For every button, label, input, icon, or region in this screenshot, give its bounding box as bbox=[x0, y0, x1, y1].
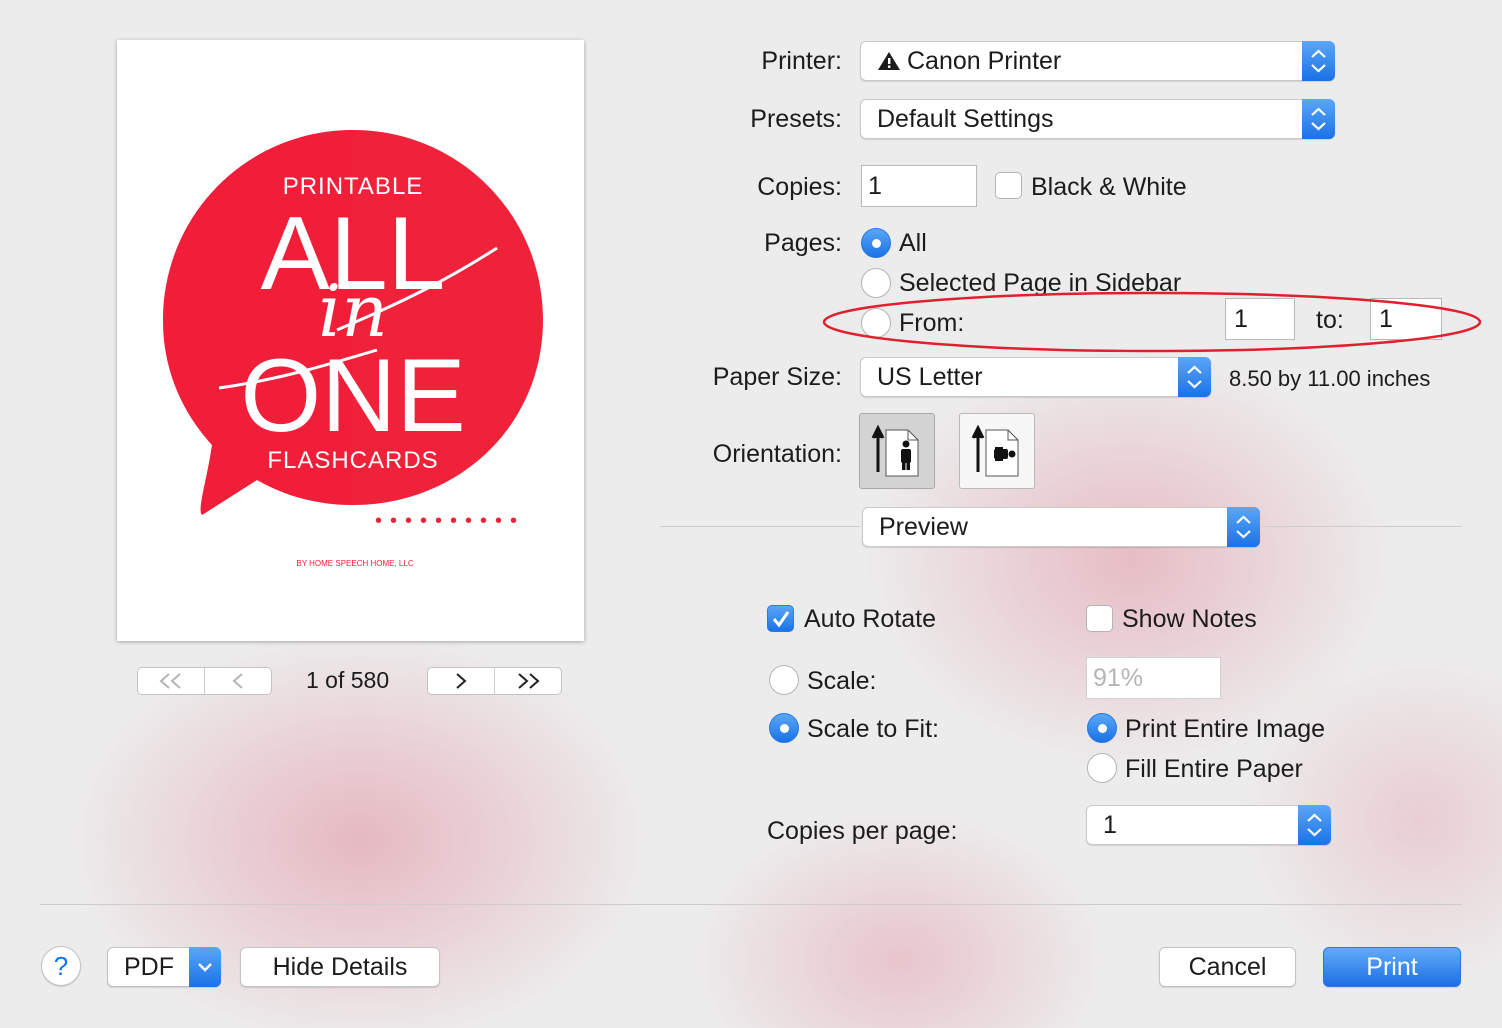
pages-all-radio[interactable] bbox=[861, 228, 891, 258]
page-counter: 1 of 580 bbox=[306, 667, 390, 693]
section-separator-left bbox=[660, 526, 860, 527]
scale-to-fit-radio[interactable] bbox=[769, 713, 799, 743]
paper-size-stepper bbox=[1178, 357, 1211, 397]
paper-size-popup[interactable]: US Letter bbox=[860, 357, 1211, 397]
last-page-button[interactable] bbox=[494, 668, 561, 694]
printer-label: Printer: bbox=[761, 47, 842, 75]
up-down-chevron-icon bbox=[1311, 107, 1326, 131]
up-down-chevron-icon bbox=[1187, 365, 1202, 389]
paper-size-value: US Letter bbox=[877, 363, 983, 391]
pdf-dropdown-arrow bbox=[189, 947, 221, 987]
presets-label: Presets: bbox=[750, 105, 842, 133]
next-page-button[interactable] bbox=[428, 668, 494, 694]
copies-per-page-stepper bbox=[1298, 805, 1331, 845]
copies-field[interactable]: 1 bbox=[861, 165, 977, 207]
presets-stepper bbox=[1302, 99, 1335, 139]
paper-dimensions: 8.50 by 11.00 inches bbox=[1229, 366, 1431, 391]
double-chevron-right-icon bbox=[518, 673, 540, 689]
help-button[interactable]: ? bbox=[41, 946, 81, 986]
up-down-chevron-icon bbox=[1307, 813, 1322, 837]
footer-separator bbox=[40, 904, 1462, 905]
preview-nav-forward bbox=[427, 667, 562, 695]
help-icon: ? bbox=[53, 951, 69, 981]
page-preview: PRINTABLE ALL in ONE FLASHCARDS ••••••••… bbox=[117, 40, 584, 641]
scale-field[interactable]: 91% bbox=[1086, 657, 1221, 699]
preview-nav-back bbox=[137, 667, 272, 695]
printer-stepper bbox=[1302, 41, 1335, 81]
copies-per-page-popup[interactable]: 1 bbox=[1086, 805, 1331, 845]
warning-icon bbox=[878, 52, 900, 70]
portrait-icon bbox=[871, 424, 919, 477]
pdf-label: PDF bbox=[124, 953, 174, 981]
section-popup[interactable]: Preview bbox=[862, 507, 1260, 547]
cover-byline: BY HOME SPEECH HOME, LLC bbox=[296, 559, 414, 568]
presets-value: Default Settings bbox=[877, 105, 1054, 133]
scale-radio[interactable] bbox=[769, 665, 799, 695]
paper-size-label: Paper Size: bbox=[712, 363, 842, 391]
chevron-down-icon bbox=[198, 963, 212, 972]
copies-per-page-label: Copies per page: bbox=[767, 817, 958, 845]
auto-rotate-checkbox[interactable] bbox=[767, 605, 794, 632]
scale-to-fit-label: Scale to Fit: bbox=[807, 715, 939, 743]
double-chevron-left-icon bbox=[159, 673, 181, 689]
black-white-checkbox[interactable] bbox=[995, 172, 1022, 199]
black-white-label: Black & White bbox=[1031, 173, 1187, 201]
print-entire-image-radio[interactable] bbox=[1087, 713, 1117, 743]
previous-page-button[interactable] bbox=[204, 668, 271, 694]
orientation-label: Orientation: bbox=[712, 440, 842, 468]
auto-rotate-label: Auto Rotate bbox=[804, 605, 937, 633]
landscape-icon bbox=[971, 424, 1019, 477]
red-annotation-ellipse bbox=[822, 291, 1482, 353]
fill-entire-paper-radio[interactable] bbox=[1087, 753, 1117, 783]
print-button[interactable]: Print bbox=[1323, 947, 1461, 987]
cover-dots: •••••••••• bbox=[375, 510, 526, 532]
section-separator-right bbox=[1262, 526, 1462, 527]
hide-details-button[interactable]: Hide Details bbox=[240, 947, 440, 987]
pages-label: Pages: bbox=[764, 229, 842, 257]
chevron-right-icon bbox=[456, 673, 467, 689]
pdf-menu-button[interactable]: PDF bbox=[107, 947, 221, 987]
printer-popup[interactable]: Canon Printer bbox=[860, 41, 1335, 81]
show-notes-checkbox[interactable] bbox=[1086, 605, 1113, 632]
section-popup-value: Preview bbox=[879, 513, 968, 541]
orientation-portrait-button[interactable] bbox=[859, 413, 935, 489]
cover-flashcards-text: FLASHCARDS bbox=[267, 447, 439, 474]
cover-swash bbox=[218, 246, 498, 390]
copies-label: Copies: bbox=[757, 173, 842, 201]
copies-per-page-value: 1 bbox=[1103, 811, 1117, 839]
scale-label: Scale: bbox=[807, 667, 877, 695]
cancel-button[interactable]: Cancel bbox=[1159, 947, 1296, 987]
first-page-button[interactable] bbox=[138, 668, 204, 694]
pages-all-label: All bbox=[899, 229, 927, 257]
section-popup-stepper bbox=[1227, 507, 1260, 547]
printer-value: Canon Printer bbox=[907, 47, 1062, 75]
up-down-chevron-icon bbox=[1311, 49, 1326, 73]
chevron-left-icon bbox=[232, 673, 243, 689]
fill-entire-paper-label: Fill Entire Paper bbox=[1125, 755, 1303, 783]
show-notes-label: Show Notes bbox=[1122, 605, 1257, 633]
presets-popup[interactable]: Default Settings bbox=[860, 99, 1335, 139]
orientation-landscape-button[interactable] bbox=[959, 413, 1035, 489]
checkmark-icon bbox=[772, 611, 790, 628]
print-entire-image-label: Print Entire Image bbox=[1125, 715, 1326, 743]
up-down-chevron-icon bbox=[1236, 515, 1251, 539]
